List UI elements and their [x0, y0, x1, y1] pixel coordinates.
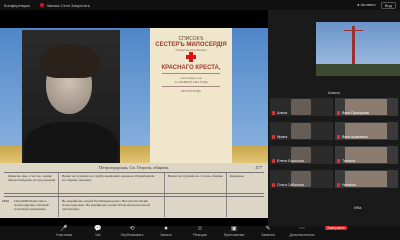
- ledger-col-3: Время поступленія въ составъ общины: [168, 174, 223, 178]
- ledger-col-1: Фамилія, имя, отчество, званія, вѣроиспо…: [8, 174, 56, 182]
- view-button[interactable]: Вид: [380, 2, 396, 9]
- participant-name: Ирина: [277, 135, 288, 139]
- recording-status[interactable]: Запись Стоп Запустить: [47, 3, 90, 8]
- participant-tile[interactable]: Ольга Сабинова: [270, 170, 333, 188]
- window-title: Конференция: [4, 2, 30, 8]
- portrait-photo: [22, 30, 120, 172]
- control-label: Чат: [95, 233, 101, 237]
- participant-video[interactable]: Вера Прохорова: [335, 98, 398, 116]
- ledger-rule: [4, 196, 264, 197]
- ledger-col-2: Время поступленія на службу нынѣшняго вр…: [62, 174, 155, 182]
- participant-tile[interactable]: Алина: [270, 98, 333, 116]
- active-speaker-name: Алина: [328, 90, 340, 95]
- control-label: Приложения: [223, 233, 245, 237]
- control-label: Участники: [55, 233, 73, 237]
- ledger-row-name: СКАДОВСКАЯ, Ольга Александровна. Личный …: [14, 199, 49, 211]
- muted-mic-icon: [272, 111, 275, 115]
- ledger-rule: [4, 193, 264, 194]
- window-title-bar: Конференция Запись Стоп Запустить ● Акти…: [0, 0, 400, 10]
- participant-name: Татьяна: [342, 159, 356, 163]
- control-label: Опубликовать: [120, 233, 144, 237]
- participant-name-label: Иба: [354, 205, 362, 210]
- muted-mic-icon: [337, 135, 340, 139]
- participant-video[interactable]: Вера Кравченко: [335, 122, 398, 140]
- more-button[interactable]: ⋯ Дополнительно: [289, 226, 315, 240]
- muted-mic-icon: [272, 135, 275, 139]
- participant-name: Елена Борисова: [277, 159, 304, 163]
- control-label: Реакции: [193, 233, 207, 237]
- doc-sub-4: ПЕТРОГРАДЪ: [180, 89, 202, 93]
- recording-indicator-icon: [39, 3, 44, 7]
- ledger-col-4: Крещенье: [230, 174, 245, 178]
- doc-title-3: КРАСНАГО КРЕСТА,: [161, 65, 221, 71]
- doc-rule: [162, 86, 220, 87]
- view-controls: ● Активно Вид: [357, 2, 396, 9]
- record-button[interactable]: ⏺ Запись: [156, 226, 176, 240]
- control-label: Заметки: [261, 233, 275, 237]
- ledger-divider: [58, 173, 59, 217]
- notes-button[interactable]: ✎ Заметки: [258, 226, 278, 240]
- control-label: Завершить: [325, 226, 347, 230]
- participant-name: Вера Прохорова: [342, 111, 369, 115]
- muted-mic-icon: [337, 183, 340, 187]
- participant-name: Ольга Сабинова: [277, 183, 304, 187]
- doc-sub-3: 1-е ЯНВАРЯ 1914 ГОДА: [174, 80, 208, 84]
- presentation-slide: СПИСОКЪ СЕСТЕРЪ МИЛОСЕРДІЯ Общества Росс…: [0, 28, 268, 218]
- ledger-divider: [164, 173, 165, 217]
- ledger-row-text: Въ аварійномъ отрядѣ Ея Императорскаго В…: [62, 199, 150, 211]
- ledger-scan: Петроградская, Св. Георгія, община. 477 …: [0, 163, 268, 218]
- control-label: Запись: [160, 233, 172, 237]
- muted-mic-icon: [272, 159, 275, 163]
- muted-mic-icon: [337, 111, 340, 115]
- participant-name: Наталья: [342, 183, 356, 187]
- landscape-hill: [316, 64, 400, 76]
- ledger-divider: [226, 173, 227, 217]
- chat-button[interactable]: 💬 Чат: [88, 226, 108, 240]
- ledger-heading: Петроградская, Св. Георгія, община.: [98, 165, 170, 170]
- red-cross-icon: [186, 52, 196, 62]
- more-icon: ⋯: [299, 226, 305, 232]
- active-speaker-video[interactable]: [316, 22, 400, 76]
- end-meeting-button[interactable]: Завершить: [325, 226, 347, 240]
- ledger-page-number: 477: [255, 165, 262, 170]
- meeting-toolbar: 🎤 Участники 💬 Чат ⟲ Опубликовать ⏺ Запис…: [0, 226, 400, 240]
- record-icon: ⏺: [164, 226, 168, 232]
- participants-button[interactable]: 🎤 Участники: [54, 226, 74, 240]
- ledger-rule: [4, 172, 264, 173]
- participants-icon: 🎤: [60, 226, 68, 232]
- participant-tile[interactable]: Елена Борисова: [270, 146, 333, 164]
- participant-video[interactable]: Наталья: [335, 170, 398, 188]
- reactions-button[interactable]: ☺ Реакции: [190, 226, 210, 240]
- active-status: ● Активно: [357, 2, 376, 7]
- participant-video[interactable]: Татьяна: [335, 146, 398, 164]
- share-icon: ⟲: [129, 226, 135, 232]
- avatar: [291, 99, 311, 115]
- doc-rule: [162, 73, 220, 74]
- muted-mic-icon: [272, 183, 275, 187]
- participant-name: Вера Кравченко: [342, 135, 369, 139]
- share-button[interactable]: ⟲ Опубликовать: [120, 226, 144, 240]
- apps-icon: ▣: [231, 226, 237, 232]
- apps-button[interactable]: ▣ Приложения: [224, 226, 244, 240]
- muted-mic-icon: [337, 159, 340, 163]
- avatar: [291, 123, 311, 139]
- shared-screen: СПИСОКЪ СЕСТЕРЪ МИЛОСЕРДІЯ Общества Росс…: [0, 10, 268, 226]
- chat-icon: 💬: [94, 226, 102, 232]
- reactions-icon: ☺: [196, 226, 204, 232]
- ledger-row-number: 2144: [2, 199, 9, 203]
- control-label: Дополнительно: [289, 233, 315, 237]
- portrait-hair: [40, 44, 100, 78]
- participant-name: Алина: [277, 111, 288, 115]
- participant-tile[interactable]: Ирина: [270, 122, 333, 140]
- document-title-page: СПИСОКЪ СЕСТЕРЪ МИЛОСЕРДІЯ Общества Росс…: [150, 28, 232, 163]
- notes-icon: ✎: [265, 226, 271, 232]
